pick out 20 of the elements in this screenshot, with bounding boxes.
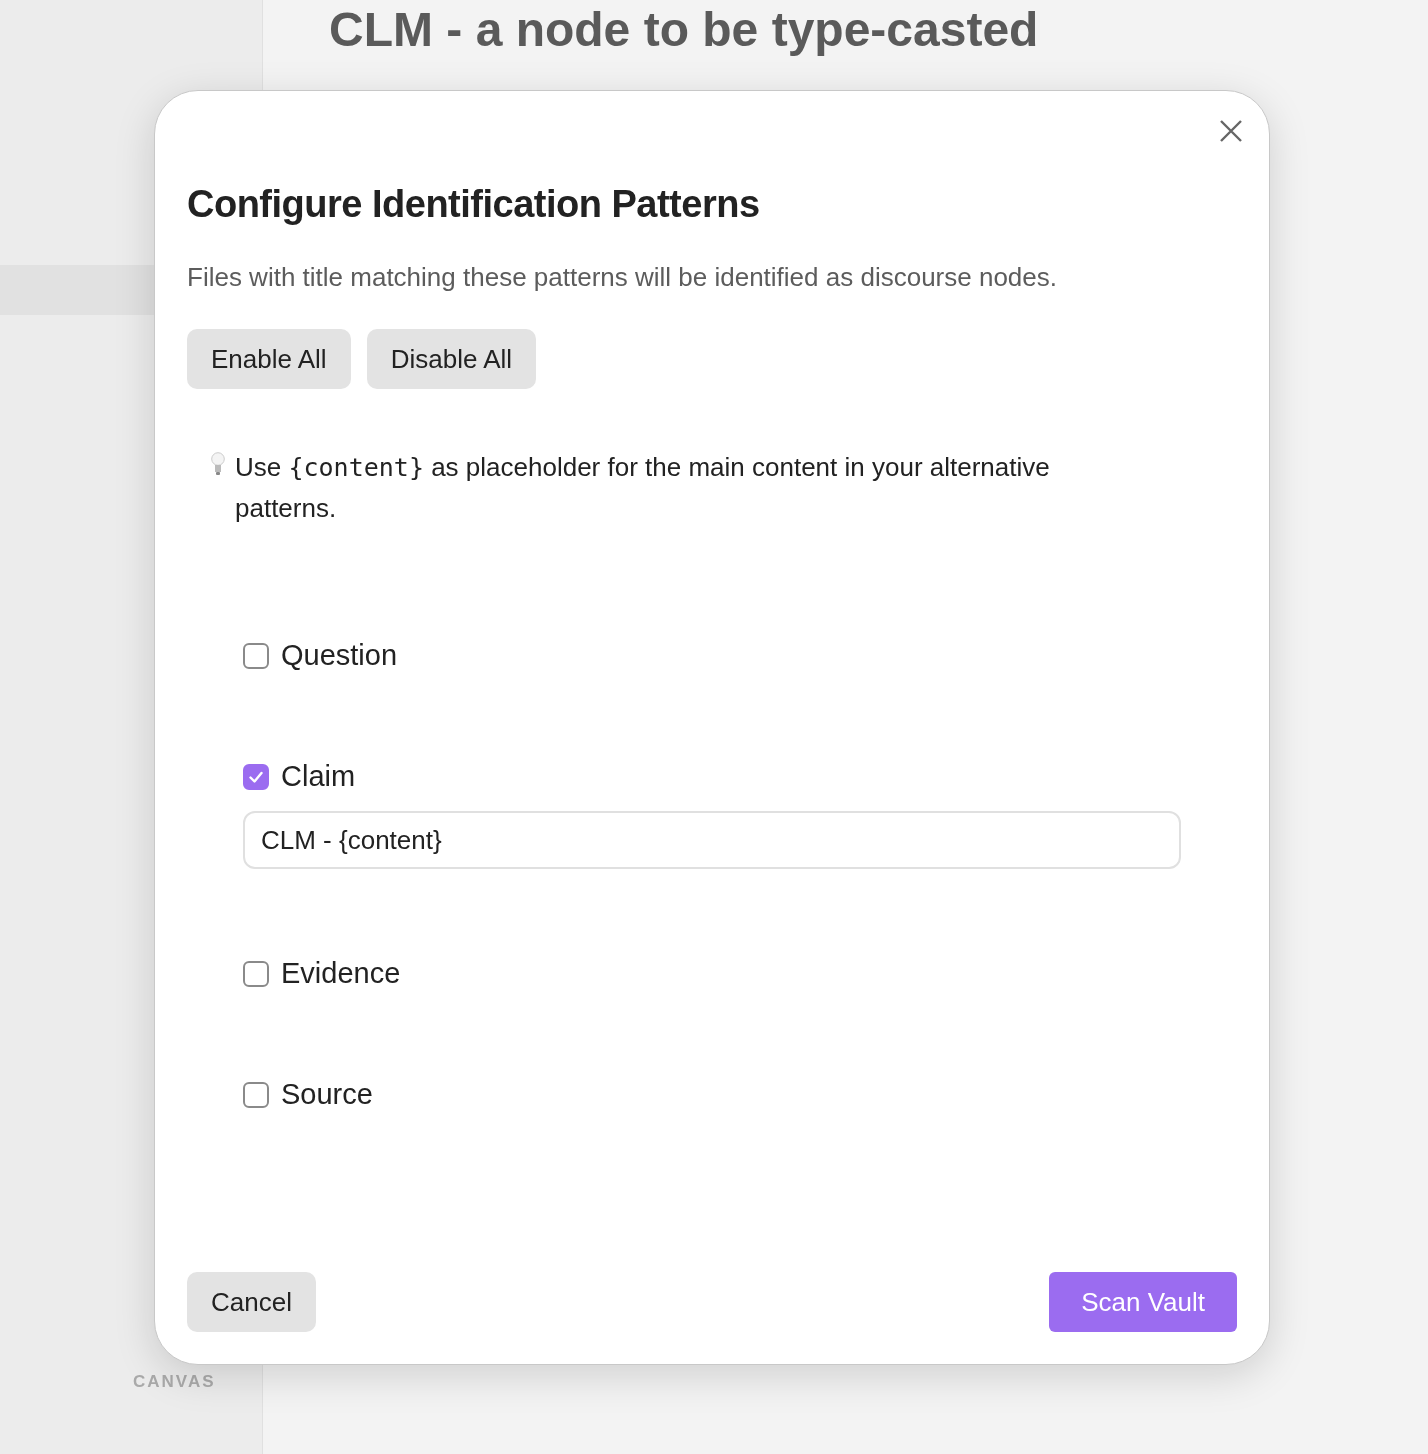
checkbox[interactable] xyxy=(243,763,269,790)
checkbox[interactable] xyxy=(243,642,269,669)
pattern-label: Evidence xyxy=(281,957,401,990)
dialog-title: Configure Identification Patterns xyxy=(187,183,761,226)
pattern-input-field[interactable]: CLM - {content} xyxy=(243,811,1181,869)
pattern-label: Question xyxy=(281,639,398,672)
pattern-label: Source xyxy=(281,1078,373,1111)
checkbox[interactable] xyxy=(243,960,269,987)
hint-text: Use {content} as placeholder for the main content in your alternative patterns. xyxy=(235,451,1051,525)
close-icon[interactable] xyxy=(1219,119,1243,143)
checkbox[interactable] xyxy=(243,1081,269,1108)
page-title: CLM - a node to be type-casted xyxy=(329,2,1040,57)
sidebar-label: CANVAS xyxy=(133,1372,216,1392)
enable-all-button[interactable]: Enable All xyxy=(187,329,351,389)
disable-all-button[interactable]: Disable All xyxy=(366,329,537,389)
scan-vault-button[interactable]: Scan Vault xyxy=(1049,1272,1237,1332)
dialog-description: Files with title matching these patterns will be identified as discourse nodes. xyxy=(187,262,1058,293)
pattern-label: Claim xyxy=(281,760,356,793)
lightbulb-icon xyxy=(211,451,225,477)
cancel-button[interactable]: Cancel xyxy=(187,1272,316,1332)
